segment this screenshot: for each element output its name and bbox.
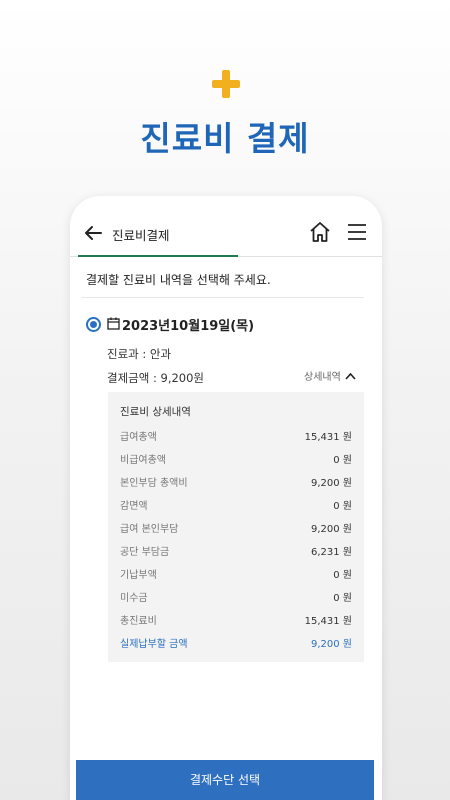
detail-row: 급여총액 15,431 원 [120, 432, 352, 443]
detail-panel: 진료비 상세내역 급여총액 15,431 원 비급여총액 0 원 본인부담 총액비 9… [108, 392, 364, 662]
details-toggle-label: 상세내역 [304, 372, 341, 383]
visit-radio-selected[interactable] [86, 317, 101, 332]
visit-date: 2023년10월19일(목) [122, 319, 255, 334]
detail-row-total-due: 실제납부할 금액 9,200 원 [120, 639, 352, 650]
back-arrow-icon[interactable] [82, 222, 104, 244]
phone-screen: 진료비결제 결제할 진료비 내역을 선택해 주세요. 2023년10월19일(목… [70, 196, 382, 800]
home-icon[interactable] [308, 220, 332, 244]
details-toggle[interactable]: 상세내역 [304, 368, 356, 383]
detail-row: 급여 본인부담 9,200 원 [120, 524, 352, 535]
detail-row: 비급여총액 0 원 [120, 455, 352, 466]
detail-title: 진료비 상세내역 [120, 406, 191, 418]
detail-row: 감면액 0 원 [120, 501, 352, 512]
visit-amount: 결제금액 : 9,200원 [107, 371, 205, 385]
detail-row: 총진료비 15,431 원 [120, 616, 352, 627]
banner-title: 진료비 결제 [140, 119, 310, 158]
menu-icon[interactable] [346, 222, 368, 242]
plus-icon [212, 70, 240, 98]
detail-row: 기납부액 0 원 [120, 570, 352, 581]
detail-row: 공단 부담금 6,231 원 [120, 547, 352, 558]
page-title: 진료비결제 [112, 228, 170, 243]
select-payment-method-button[interactable]: 결제수단 선택 [76, 760, 374, 800]
intro-text: 결제할 진료비 내역을 선택해 주세요. [86, 273, 271, 287]
header-active-underline [78, 255, 238, 257]
visit-department: 진료과 : 안과 [107, 347, 172, 361]
calendar-icon [107, 317, 120, 330]
detail-row: 본인부담 총액비 9,200 원 [120, 478, 352, 489]
app-header: 진료비결제 [70, 212, 382, 256]
detail-row: 미수금 0 원 [120, 593, 352, 604]
chevron-up-icon [345, 372, 356, 380]
intro-divider [82, 297, 364, 298]
